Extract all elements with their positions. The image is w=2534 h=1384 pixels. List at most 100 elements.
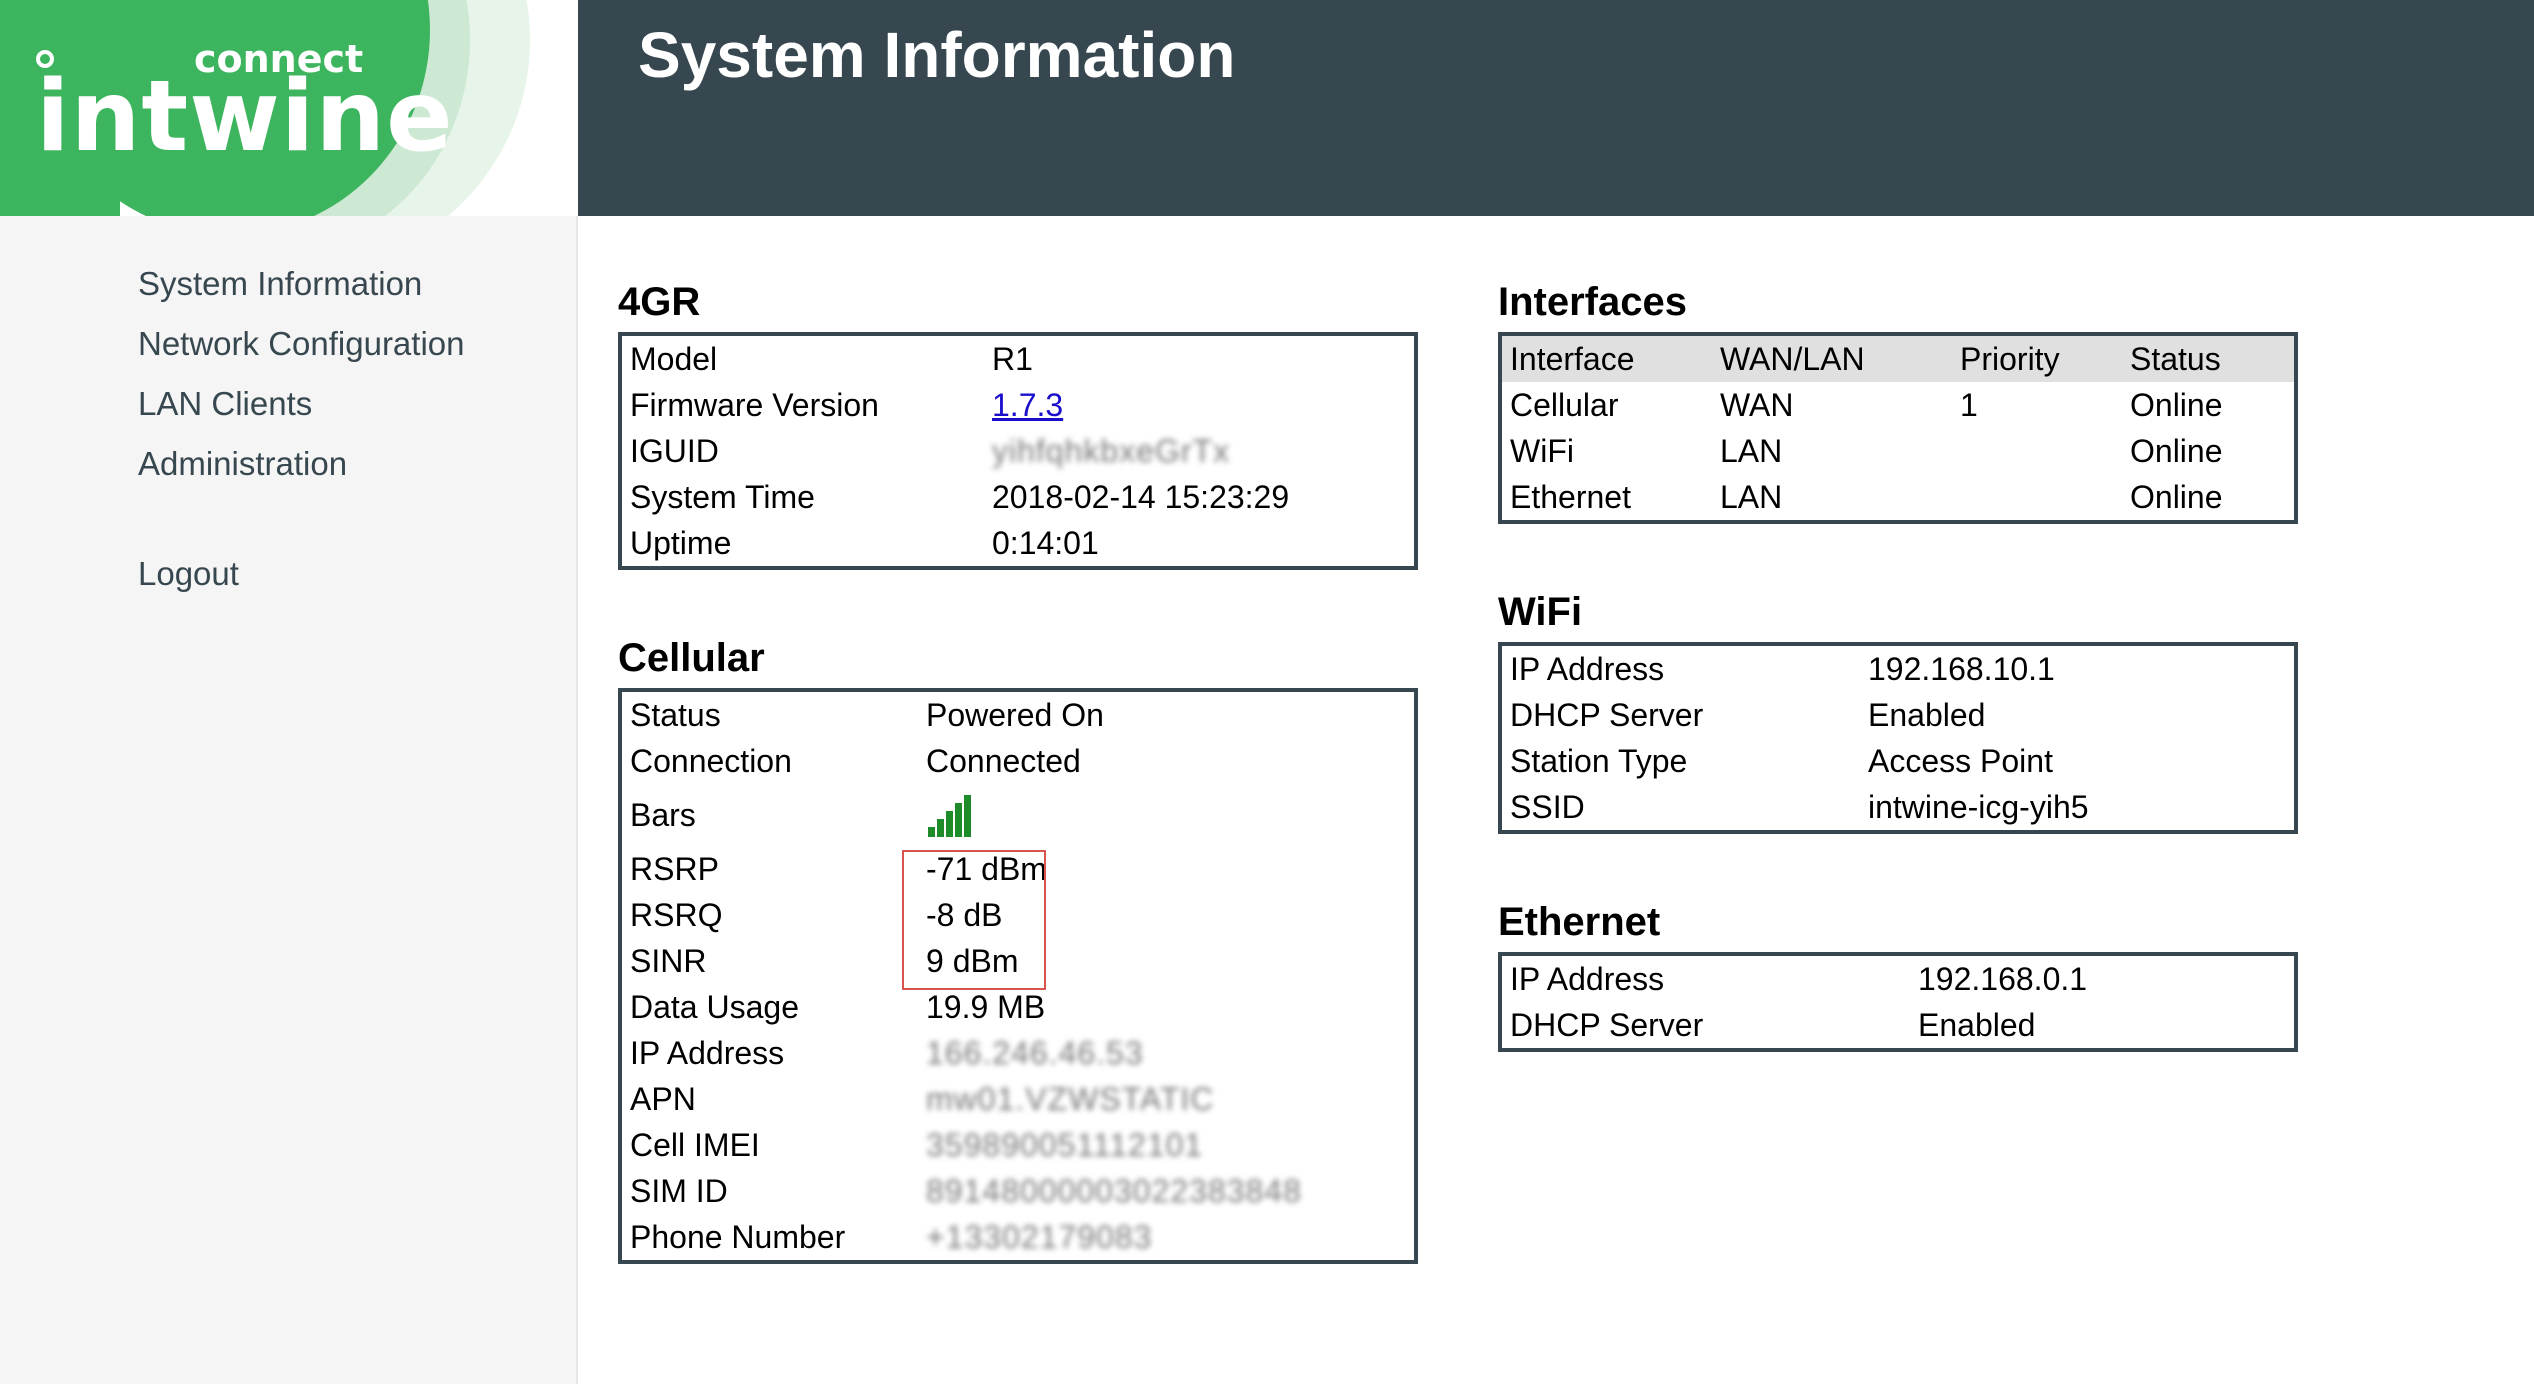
wifi-station-type-value: Access Point bbox=[1868, 742, 2053, 779]
apn-value: mw01.VZWSTATIC bbox=[926, 1080, 1215, 1117]
table-row: DHCP Server Enabled bbox=[1502, 692, 2294, 738]
row-label: Firmware Version bbox=[630, 386, 879, 423]
row-label: Data Usage bbox=[630, 988, 799, 1025]
column-header: Priority bbox=[1952, 336, 2122, 382]
section-title-ethernet: Ethernet bbox=[1498, 900, 1661, 944]
model-value: R1 bbox=[992, 340, 1033, 377]
column-header: WAN/LAN bbox=[1712, 336, 1952, 382]
firmware-version-link[interactable]: 1.7.3 bbox=[992, 387, 1063, 423]
sidebar-item-system-information[interactable]: System Information bbox=[138, 254, 465, 314]
table-row: IGUID yihfqhkbxeGrTx bbox=[622, 428, 1414, 474]
logo-maintext: intwine bbox=[36, 60, 454, 174]
table-ethernet: IP Address 192.168.0.1 DHCP Server Enabl… bbox=[1498, 952, 2298, 1052]
row-label: SIM ID bbox=[630, 1172, 728, 1209]
row-label: IP Address bbox=[1510, 650, 1665, 687]
sidebar-item-network-configuration[interactable]: Network Configuration bbox=[138, 314, 465, 374]
table-row: Connection Connected bbox=[622, 738, 1414, 784]
table-row: Model R1 bbox=[622, 336, 1414, 382]
section-title-cellular: Cellular bbox=[618, 636, 765, 680]
wifi-ssid-value: intwine-icg-yih5 bbox=[1868, 788, 2089, 825]
page-title: System Information bbox=[638, 19, 1236, 91]
table-row: System Time 2018-02-14 15:23:29 bbox=[622, 474, 1414, 520]
status-cell: Online bbox=[2130, 386, 2223, 423]
wanlan-cell: LAN bbox=[1720, 478, 1783, 515]
column-header: Interface bbox=[1502, 336, 1712, 382]
status-cell: Online bbox=[2130, 478, 2223, 515]
brand-logo[interactable]: connect intwine bbox=[0, 0, 578, 216]
row-label: APN bbox=[630, 1080, 696, 1117]
cell-imei-value: 359890051112101 bbox=[926, 1126, 1204, 1163]
table-row: Ethernet LAN Online bbox=[1502, 474, 2294, 520]
logout-link[interactable]: Logout bbox=[138, 544, 465, 604]
status-value: Powered On bbox=[926, 696, 1104, 733]
sinr-value: 9 dBm bbox=[926, 942, 1019, 979]
table-row: DHCP Server Enabled bbox=[1502, 1002, 2294, 1048]
table-wifi: IP Address 192.168.10.1 DHCP Server Enab… bbox=[1498, 642, 2298, 834]
table-interfaces: Interface WAN/LAN Priority Status Cellul… bbox=[1498, 332, 2298, 524]
uptime-value: 0:14:01 bbox=[992, 524, 1099, 561]
table-row: Uptime 0:14:01 bbox=[622, 520, 1414, 566]
table-row: IP Address 192.168.10.1 bbox=[1502, 646, 2294, 692]
iguid-value: yihfqhkbxeGrTx bbox=[992, 432, 1231, 469]
priority-cell: 1 bbox=[1960, 386, 1978, 423]
table-row: Phone Number +13302179083 bbox=[622, 1214, 1414, 1260]
row-label: SSID bbox=[1510, 788, 1585, 825]
rsrp-value: -71 dBm bbox=[926, 850, 1047, 887]
ethernet-ip-value: 192.168.0.1 bbox=[1918, 960, 2088, 997]
ip-address-value: 166.246.46.53 bbox=[926, 1034, 1144, 1071]
table-row: Data Usage 19.9 MB bbox=[622, 984, 1414, 1030]
system-time-value: 2018-02-14 15:23:29 bbox=[992, 478, 1290, 515]
row-label: Model bbox=[630, 340, 718, 377]
section-title-interfaces: Interfaces bbox=[1498, 280, 1687, 324]
table-row: SIM ID 89148000003022383848 bbox=[622, 1168, 1414, 1214]
table-4gr: Model R1 Firmware Version 1.7.3 IGUID yi… bbox=[618, 332, 1418, 570]
sidebar-nav: System Information Network Configuration… bbox=[138, 254, 465, 604]
firmware-cell: 1.7.3 bbox=[984, 382, 1414, 428]
table-row: Station Type Access Point bbox=[1502, 738, 2294, 784]
sidebar-item-administration[interactable]: Administration bbox=[138, 434, 465, 494]
row-label: DHCP Server bbox=[1510, 696, 1704, 733]
bars-value bbox=[918, 784, 1414, 846]
wanlan-cell: LAN bbox=[1720, 432, 1783, 469]
table-row: APN mw01.VZWSTATIC bbox=[622, 1076, 1414, 1122]
row-label: Status bbox=[630, 696, 721, 733]
signal-bar bbox=[928, 827, 935, 837]
table-cellular: Status Powered On Connection Connected B… bbox=[618, 688, 1418, 1264]
priority-cell bbox=[1952, 428, 2122, 474]
page-header: System Information bbox=[578, 0, 2534, 216]
interface-cell: WiFi bbox=[1510, 432, 1574, 469]
signal-bar bbox=[964, 795, 971, 837]
row-label: Bars bbox=[630, 796, 696, 833]
signal-bars-icon bbox=[928, 795, 971, 837]
ethernet-dhcp-value: Enabled bbox=[1918, 1006, 2036, 1043]
row-label: Station Type bbox=[1510, 742, 1688, 779]
table-row: Firmware Version 1.7.3 bbox=[622, 382, 1414, 428]
rsrq-value: -8 dB bbox=[926, 896, 1003, 933]
status-cell: Online bbox=[2130, 432, 2223, 469]
sidebar-item-lan-clients[interactable]: LAN Clients bbox=[138, 374, 465, 434]
table-row: RSRQ -8 dB bbox=[622, 892, 1414, 938]
table-row: IP Address 166.246.46.53 bbox=[622, 1030, 1414, 1076]
row-label: RSRP bbox=[630, 850, 719, 887]
section-title-wifi: WiFi bbox=[1498, 590, 1583, 634]
row-label: DHCP Server bbox=[1510, 1006, 1704, 1043]
table-row: SSID intwine-icg-yih5 bbox=[1502, 784, 2294, 830]
row-label: System Time bbox=[630, 478, 815, 515]
sim-id-value: 89148000003022383848 bbox=[926, 1172, 1302, 1209]
signal-bar bbox=[937, 819, 944, 837]
row-label: SINR bbox=[630, 942, 707, 979]
table-row: SINR 9 dBm bbox=[622, 938, 1414, 984]
table-row: IP Address 192.168.0.1 bbox=[1502, 956, 2294, 1002]
row-label: IGUID bbox=[630, 432, 719, 469]
table-row: Cellular WAN 1 Online bbox=[1502, 382, 2294, 428]
interface-cell: Cellular bbox=[1510, 386, 1619, 423]
row-label: IP Address bbox=[1510, 960, 1665, 997]
column-header: Status bbox=[2122, 336, 2294, 382]
priority-cell bbox=[1952, 474, 2122, 520]
table-row: Cell IMEI 359890051112101 bbox=[622, 1122, 1414, 1168]
row-label: Uptime bbox=[630, 524, 732, 561]
section-title-4gr: 4GR bbox=[618, 280, 701, 324]
signal-bar bbox=[946, 811, 953, 837]
wifi-ip-value: 192.168.10.1 bbox=[1868, 650, 2055, 687]
wifi-dhcp-value: Enabled bbox=[1868, 696, 1986, 733]
